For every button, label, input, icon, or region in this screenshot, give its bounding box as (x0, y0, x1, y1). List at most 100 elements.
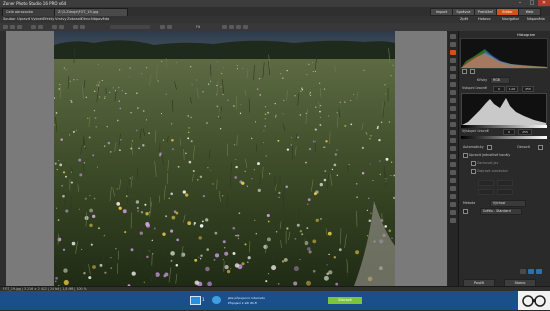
network-icon[interactable] (212, 296, 221, 304)
burn-tool-icon[interactable] (450, 178, 456, 183)
navigator-link[interactable]: Navigátor (502, 17, 519, 21)
blur-tool-icon[interactable] (450, 186, 456, 191)
dodge-tool-icon[interactable] (450, 170, 456, 175)
curves-tool-icon[interactable] (450, 42, 456, 47)
option-checkbox-1[interactable] (463, 153, 468, 158)
close-button[interactable]: ✕ (538, 0, 550, 6)
reset-button[interactable]: Obnovit (517, 145, 530, 149)
mail-icon[interactable] (190, 296, 201, 305)
magic-wand-tool-icon[interactable] (450, 130, 456, 135)
tray-logo-box[interactable] (518, 291, 550, 310)
curves-label: Křivky (477, 78, 487, 82)
sharpen-tool-icon[interactable] (450, 66, 456, 71)
apply-icon[interactable] (528, 269, 534, 274)
view-button[interactable]: Zobrazit (328, 297, 362, 304)
rotate-right-icon[interactable] (59, 25, 64, 29)
settings-icon[interactable] (536, 269, 542, 274)
compare-icon[interactable] (243, 25, 248, 29)
photo-meadow-flowers[interactable] (54, 31, 395, 286)
watermark-tool-icon[interactable] (450, 202, 456, 207)
levels-tool-icon[interactable] (450, 34, 456, 39)
text-tool-icon[interactable] (450, 98, 456, 103)
undo-link[interactable]: Zpět (460, 17, 468, 21)
tab-web[interactable]: Web (518, 8, 541, 16)
profile-select[interactable]: Světlo - Standard (480, 208, 522, 215)
undo-icon[interactable] (31, 25, 36, 29)
tab-editor[interactable]: Editor (496, 8, 519, 16)
option-checkbox-3[interactable] (471, 169, 476, 174)
reset-checkbox[interactable] (538, 145, 543, 150)
photo-image (54, 31, 395, 286)
redo-icon[interactable] (38, 25, 43, 29)
output-black-field[interactable]: 0 (503, 129, 515, 135)
option-label-3: Zobrazit orezávání (477, 169, 508, 173)
menu-view[interactable]: Zobrazit (67, 17, 82, 21)
red-eye-tool-icon[interactable] (450, 154, 456, 159)
histogram-channel-checkbox[interactable] (470, 69, 475, 74)
grid-icon[interactable] (236, 25, 241, 29)
input-white-field[interactable]: 255 (522, 86, 534, 92)
menu-help[interactable]: Nápověda (91, 17, 109, 21)
menu-window[interactable]: Okno (81, 17, 90, 21)
new-icon[interactable] (3, 25, 8, 29)
histogram-option-checkbox[interactable] (462, 69, 467, 74)
lasso-tool-icon[interactable] (450, 122, 456, 127)
tab-import[interactable]: Import (430, 8, 453, 16)
brush-tool-icon[interactable] (450, 82, 456, 87)
save-icon[interactable] (17, 25, 22, 29)
rotate-left-icon[interactable] (52, 25, 57, 29)
fit-icon[interactable] (222, 25, 227, 29)
menu-layers[interactable]: Vrstvy (55, 17, 66, 21)
tab-manager[interactable]: Správce (452, 8, 475, 16)
zoom-in-icon[interactable] (167, 25, 172, 29)
crop-tool-icon[interactable] (450, 74, 456, 79)
histogram-title: Histogram (517, 33, 535, 37)
minimize-button[interactable]: – (514, 0, 526, 6)
auto-checkbox[interactable] (487, 145, 492, 150)
profile-checkbox[interactable] (463, 209, 468, 214)
channel-select[interactable]: RGB (490, 77, 510, 84)
menu-file[interactable]: Soubor (3, 17, 16, 21)
levels-histogram[interactable] (461, 93, 547, 126)
active-tool-icon[interactable] (450, 50, 456, 55)
help-link[interactable]: Nápověda (527, 17, 545, 21)
menu-select[interactable]: Vybrat (31, 17, 43, 21)
eraser-tool-icon[interactable] (450, 138, 456, 143)
auto-button[interactable]: Automaticky (463, 145, 484, 149)
frame-tool-icon[interactable] (450, 194, 456, 199)
output-gradient-slider[interactable] (461, 136, 547, 139)
menu-effects[interactable]: Efekty (43, 17, 54, 21)
crop-icon[interactable] (73, 25, 78, 29)
disabled-field-4 (497, 189, 513, 195)
actual-size-icon[interactable] (229, 25, 234, 29)
open-icon[interactable] (10, 25, 15, 29)
disabled-field-2 (497, 180, 513, 186)
gradient-tool-icon[interactable] (450, 146, 456, 151)
resize-icon[interactable] (80, 25, 85, 29)
done-link[interactable]: Hotovo (478, 17, 491, 21)
effects-tool-icon[interactable] (450, 210, 456, 215)
method-select[interactable]: Výchozí (490, 200, 526, 207)
zoom-out-icon[interactable] (160, 25, 165, 29)
layers-tool-icon[interactable] (450, 218, 456, 223)
input-levels-label: Vstupní úrovně (462, 86, 487, 90)
histogram-curves (461, 39, 547, 68)
document-tab-active[interactable]: Z:\3-Zdroje\FOT_19.jpg (54, 8, 128, 16)
shape-tool-icon[interactable] (450, 106, 456, 111)
input-black-field[interactable]: 0 (493, 86, 505, 92)
zoom-slider[interactable] (110, 25, 150, 29)
clone-tool-icon[interactable] (450, 90, 456, 95)
input-gamma-field[interactable]: 1,00 (506, 86, 518, 92)
preview-toggle-icon[interactable] (520, 269, 526, 274)
output-white-field[interactable]: 255 (518, 129, 532, 135)
heal-tool-icon[interactable] (450, 162, 456, 167)
color-tool-icon[interactable] (450, 58, 456, 63)
selection-tool-icon[interactable] (450, 114, 456, 119)
input-gradient-slider[interactable] (461, 125, 547, 128)
zoom-level[interactable]: Fit (196, 25, 200, 29)
document-tab-fullscreen[interactable]: Celá obrazovka (2, 8, 55, 16)
tab-viewer[interactable]: Prohlížeč (474, 8, 497, 16)
maximize-button[interactable]: □ (526, 0, 538, 6)
option-checkbox-2[interactable] (471, 161, 476, 166)
menu-edit[interactable]: Upravit (17, 17, 30, 21)
